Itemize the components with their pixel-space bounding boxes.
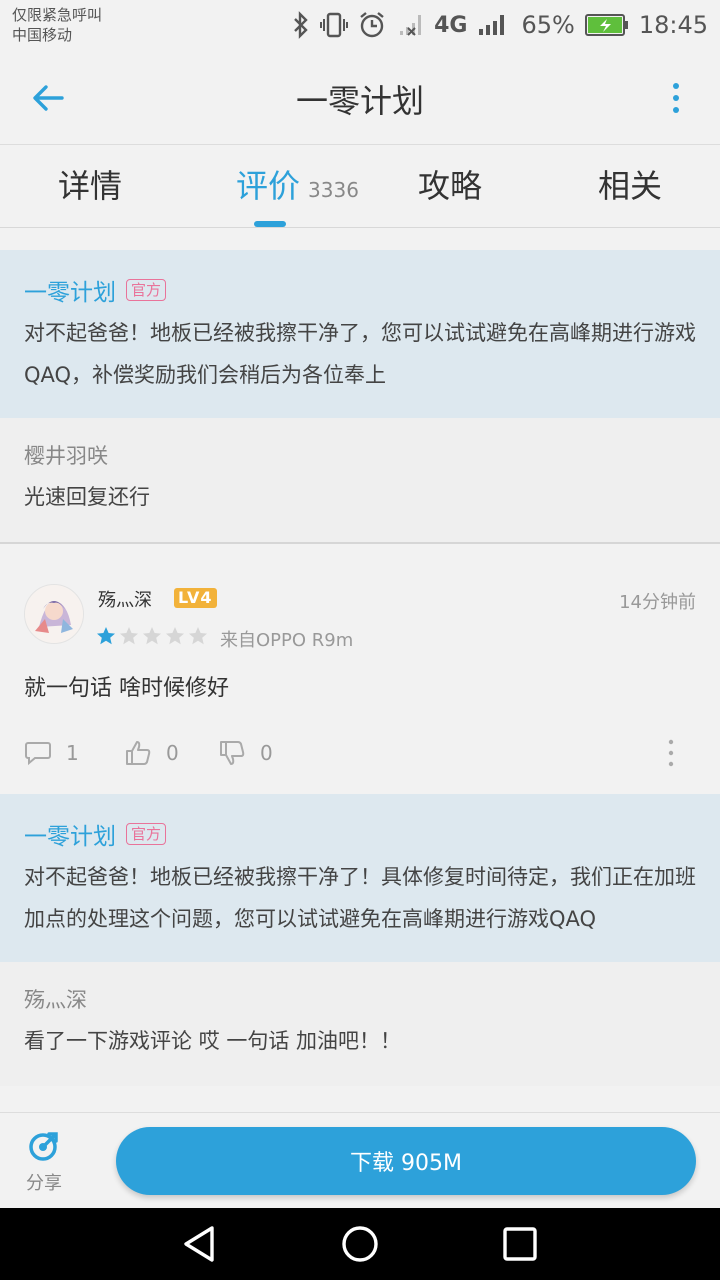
more-vert-icon[interactable] (666, 78, 686, 118)
star-empty-icon (143, 627, 161, 645)
official-badge: 官方 (126, 823, 167, 845)
bottom-action-bar: 分享 下载 905M (0, 1112, 720, 1209)
signal-icon (479, 15, 505, 35)
share-icon (29, 1132, 58, 1161)
download-button[interactable]: 下载 905M (116, 1127, 696, 1195)
like-button[interactable]: 0 (124, 730, 179, 776)
share-button[interactable]: 分享 (20, 1129, 68, 1195)
user-level-badge: LV4 (174, 588, 217, 608)
reply-text: 看了一下游戏评论 哎 一句话 加油吧！！ (24, 1029, 402, 1053)
dislike-button[interactable]: 0 (218, 730, 273, 776)
tab-guides[interactable]: 攻略 (400, 161, 500, 211)
official-name[interactable]: 一零计划 (24, 273, 116, 307)
tab-bar: 详情 评价 3336 攻略 相关 (0, 145, 720, 228)
review-feed[interactable]: 一零计划 官方 对不起爸爸！地板已经被我擦干净了，您可以试试避免在高峰期进行游戏… (0, 228, 720, 1112)
tab-related[interactable]: 相关 (580, 161, 680, 211)
official-reply: 一零计划 官方 对不起爸爸！地板已经被我擦干净了，您可以试试避免在高峰期进行游戏… (0, 250, 720, 418)
review-actions: 1 0 0 (24, 730, 696, 776)
avatar[interactable] (24, 584, 84, 644)
nav-recent-icon[interactable] (500, 1224, 540, 1264)
reply-username[interactable]: 樱井羽咲 (24, 440, 696, 472)
review-text: 就一句话 啥时候修好 (24, 676, 229, 701)
review-time: 14分钟前 (619, 592, 696, 613)
tab-details[interactable]: 详情 (40, 161, 140, 211)
review-more-icon[interactable] (666, 738, 676, 768)
carrier-emergency-text: 仅限紧急呼叫 (12, 6, 103, 24)
comment-count: 1 (66, 741, 79, 765)
thumb-down-icon (220, 741, 245, 765)
carrier-info: 仅限紧急呼叫 中国移动 (12, 5, 102, 45)
star-empty-icon (120, 627, 138, 645)
reply-username[interactable]: 殇灬深 (24, 984, 696, 1016)
comment-button[interactable]: 1 (24, 730, 79, 776)
official-reply-text: 对不起爸爸！地板已经被我擦干净了，您可以试试避免在高峰期进行游戏QAQ，补偿奖励… (24, 321, 696, 387)
tab-label: 相关 (597, 167, 662, 205)
thumb-up-icon (126, 741, 151, 765)
page-title: 一零计划 (295, 82, 424, 120)
official-badge: 官方 (126, 279, 167, 301)
battery-percent: 65% (521, 11, 575, 39)
reply-text: 光速回复还行 (24, 485, 150, 509)
like-count: 0 (166, 741, 179, 765)
vibrate-icon (320, 12, 349, 38)
bluetooth-icon (294, 11, 308, 39)
alarm-icon (360, 12, 384, 38)
signal-empty-icon (400, 15, 422, 36)
review-device: 来自OPPO R9m (220, 630, 354, 651)
network-type: 4G (434, 12, 468, 38)
nav-back-icon[interactable] (180, 1224, 220, 1264)
status-icons: 4G 65% 18:45 (292, 8, 708, 42)
tab-indicator (254, 221, 286, 227)
star-empty-icon (166, 627, 184, 645)
star-empty-icon (189, 627, 207, 645)
official-reply: 一零计划 官方 对不起爸爸！地板已经被我擦干净了！具体修复时间待定，我们正在加班… (0, 794, 720, 962)
nav-home-icon[interactable] (340, 1224, 380, 1264)
carrier-name: 中国移动 (12, 26, 73, 44)
official-reply-text: 对不起爸爸！地板已经被我擦干净了！具体修复时间待定，我们正在加班加点的处理这个问… (24, 865, 696, 931)
user-reply[interactable]: 殇灬深 看了一下游戏评论 哎 一句话 加油吧！！ (0, 962, 720, 1086)
tab-label: 详情 (57, 167, 122, 205)
review-count: 3336 (308, 178, 359, 202)
star-rating (96, 626, 208, 646)
review-item[interactable]: 殇灬深 LV4 14分钟前 来自OPPO R9m 就一句话 啥时候修好 1 0 … (0, 544, 720, 794)
tab-label: 评价 (236, 167, 301, 205)
share-label: 分享 (26, 1173, 62, 1194)
app-bar: 一零计划 (0, 50, 720, 145)
tab-reviews[interactable]: 评价 3336 (236, 161, 376, 211)
review-username[interactable]: 殇灬深 (98, 586, 152, 612)
battery-icon (584, 14, 628, 36)
dislike-count: 0 (260, 741, 273, 765)
official-name[interactable]: 一零计划 (24, 817, 116, 851)
clock: 18:45 (638, 11, 708, 39)
status-bar: 仅限紧急呼叫 中国移动 4G 65% 18:45 (0, 0, 720, 50)
system-nav-bar (0, 1208, 720, 1280)
comment-icon (25, 742, 51, 766)
star-filled-icon (97, 627, 115, 645)
user-reply[interactable]: 樱井羽咲 光速回复还行 (0, 418, 720, 544)
tab-label: 攻略 (417, 167, 482, 205)
